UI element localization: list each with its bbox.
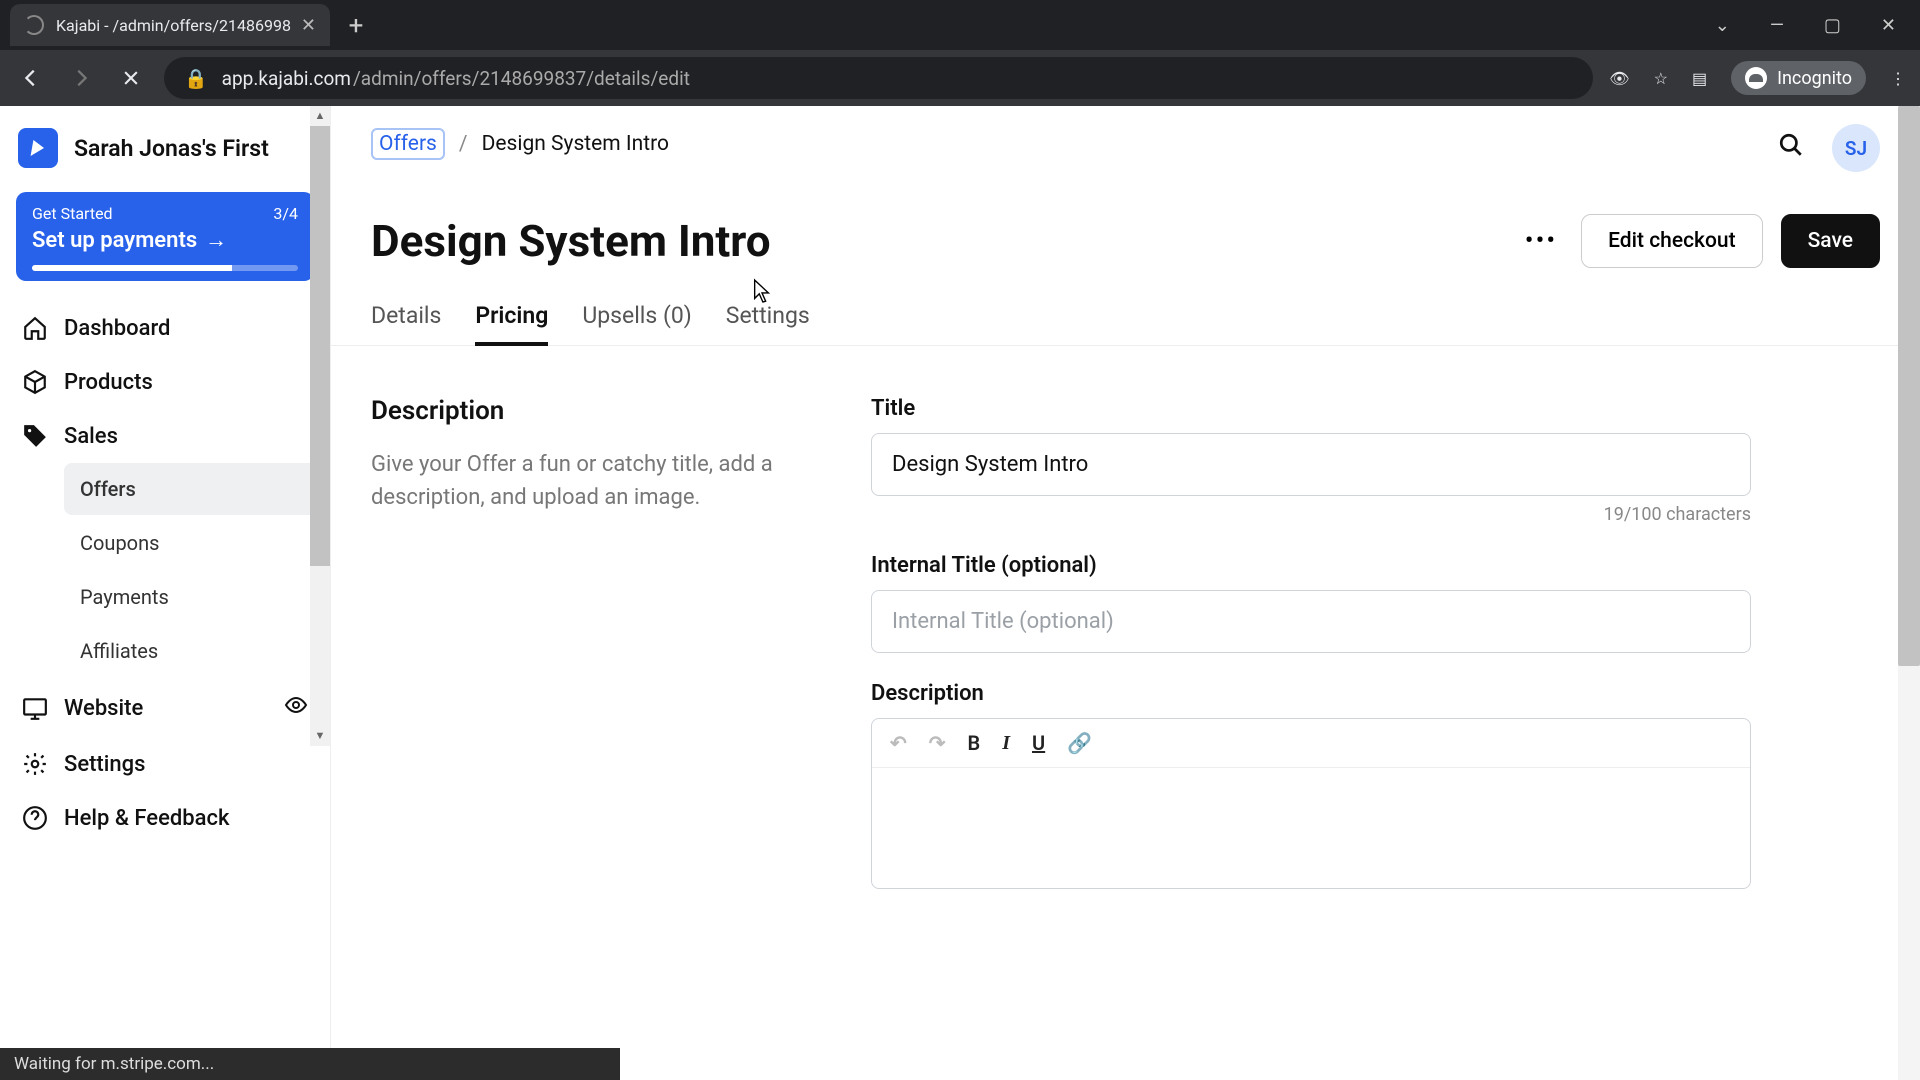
sidebar: Sarah Jonas's First Get Started 3/4 Set … — [0, 106, 331, 1080]
bold-button[interactable]: B — [968, 731, 981, 755]
home-icon — [22, 315, 48, 341]
sidebar-item-label: Dashboard — [64, 316, 170, 341]
section-help-text: Give your Offer a fun or catchy title, a… — [371, 448, 811, 514]
url-host: app.kajabi.com — [222, 67, 351, 90]
sidebar-item-sales[interactable]: Sales — [12, 409, 318, 463]
breadcrumb: Offers / Design System Intro — [371, 128, 1880, 160]
sidebar-item-label: Settings — [64, 752, 145, 777]
main-scrollbar[interactable] — [1898, 106, 1920, 1080]
side-panel-icon[interactable]: ▤ — [1692, 69, 1707, 88]
title-input[interactable] — [871, 433, 1751, 496]
redo-button[interactable]: ↷ — [929, 731, 946, 755]
workspace-switcher[interactable]: Sarah Jonas's First — [12, 120, 318, 186]
onboarding-action: Set up payments — [32, 228, 197, 253]
close-window-button[interactable]: ✕ — [1881, 15, 1896, 36]
app-logo-icon — [18, 128, 58, 168]
lock-icon: 🔒 — [184, 67, 208, 90]
tab-upsells[interactable]: Upsells (0) — [582, 302, 691, 345]
underline-button[interactable]: U — [1032, 731, 1045, 755]
save-button[interactable]: Save — [1781, 214, 1880, 268]
app-viewport: Sarah Jonas's First Get Started 3/4 Set … — [0, 106, 1920, 1080]
page-tabs: Details Pricing Upsells (0) Settings — [371, 302, 1880, 345]
description-editor: ↶ ↷ B I U 🔗 — [871, 718, 1751, 889]
browser-tab[interactable]: Kajabi - /admin/offers/21486998 ✕ — [10, 4, 330, 46]
edit-checkout-button[interactable]: Edit checkout — [1581, 214, 1762, 268]
new-tab-button[interactable]: + — [338, 8, 374, 44]
tab-details[interactable]: Details — [371, 302, 441, 345]
sidebar-subitem-payments[interactable]: Payments — [64, 571, 318, 623]
tab-pricing[interactable]: Pricing — [475, 302, 548, 345]
main-content: Offers / Design System Intro SJ Design S… — [331, 106, 1920, 1080]
workspace-name: Sarah Jonas's First — [74, 135, 269, 162]
gear-icon — [22, 751, 48, 777]
section-heading: Description — [371, 396, 811, 426]
sidebar-item-settings[interactable]: Settings — [12, 737, 318, 791]
tab-title: Kajabi - /admin/offers/21486998 — [56, 16, 291, 35]
sidebar-item-website[interactable]: Website — [12, 679, 318, 737]
title-label: Title — [871, 396, 1751, 421]
sidebar-item-help[interactable]: Help & Feedback — [12, 791, 318, 845]
scrollbar-thumb[interactable] — [310, 126, 330, 566]
tab-close-icon[interactable]: ✕ — [301, 15, 316, 36]
tabs-dropdown-icon[interactable]: ⌄ — [1715, 15, 1730, 36]
back-button[interactable] — [14, 61, 48, 95]
breadcrumb-current: Design System Intro — [482, 132, 669, 156]
incognito-badge[interactable]: Incognito — [1731, 61, 1866, 95]
onboarding-progress — [32, 265, 298, 271]
reload-stop-button[interactable] — [114, 61, 148, 95]
onboarding-count: 3/4 — [273, 204, 298, 223]
scrollbar-thumb[interactable] — [1898, 106, 1920, 666]
eye-icon[interactable] — [284, 693, 308, 723]
window-controls: ⌄ — ▢ ✕ — [1715, 4, 1920, 46]
forward-button[interactable] — [64, 61, 98, 95]
minimize-button[interactable]: — — [1770, 15, 1784, 36]
bookmark-icon[interactable]: ☆ — [1654, 69, 1668, 88]
page-title: Design System Intro — [371, 215, 771, 267]
url-path: /admin/offers/2148699837/details/edit — [353, 67, 690, 90]
tab-settings[interactable]: Settings — [726, 302, 810, 345]
sidebar-item-label: Products — [64, 370, 153, 395]
undo-button[interactable]: ↶ — [890, 731, 907, 755]
tag-icon — [22, 423, 48, 449]
sidebar-subitem-offers[interactable]: Offers — [64, 463, 318, 515]
internal-title-input[interactable] — [871, 590, 1751, 653]
link-button[interactable]: 🔗 — [1067, 731, 1092, 755]
title-char-count: 19/100 characters — [871, 504, 1751, 525]
overflow-menu-icon[interactable]: ⋮ — [1890, 69, 1906, 88]
sidebar-item-label: Sales — [64, 424, 118, 449]
avatar[interactable]: SJ — [1832, 124, 1880, 172]
help-icon — [22, 805, 48, 831]
monitor-icon — [22, 695, 48, 721]
incognito-icon — [1745, 67, 1767, 89]
sidebar-subitem-affiliates[interactable]: Affiliates — [64, 625, 318, 677]
sidebar-item-label: Help & Feedback — [64, 806, 229, 831]
scroll-down-icon[interactable]: ▼ — [310, 726, 330, 746]
address-bar[interactable]: 🔒 app.kajabi.com/admin/offers/2148699837… — [164, 57, 1593, 99]
eye-off-icon[interactable]: 👁 — [1609, 69, 1629, 88]
breadcrumb-parent[interactable]: Offers — [371, 128, 445, 160]
internal-title-label: Internal Title (optional) — [871, 553, 1751, 578]
italic-button[interactable]: I — [1002, 732, 1010, 755]
box-icon — [22, 369, 48, 395]
browser-toolbar: 🔒 app.kajabi.com/admin/offers/2148699837… — [0, 50, 1920, 106]
browser-status-bar: Waiting for m.stripe.com... — [0, 1048, 620, 1080]
breadcrumb-separator: / — [459, 132, 468, 156]
loading-spinner-icon — [24, 15, 44, 35]
browser-titlebar: Kajabi - /admin/offers/21486998 ✕ + ⌄ — … — [0, 0, 1920, 50]
description-label: Description — [871, 681, 1751, 706]
onboarding-label: Get Started — [32, 204, 113, 223]
more-actions-button[interactable]: ••• — [1519, 226, 1563, 256]
onboarding-card[interactable]: Get Started 3/4 Set up payments → — [16, 192, 314, 281]
sidebar-item-products[interactable]: Products — [12, 355, 318, 409]
sidebar-scrollbar[interactable]: ▲ ▼ — [310, 106, 330, 746]
maximize-button[interactable]: ▢ — [1824, 15, 1841, 36]
arrow-right-icon: → — [205, 227, 227, 253]
sidebar-item-label: Website — [64, 696, 143, 721]
sidebar-subitem-coupons[interactable]: Coupons — [64, 517, 318, 569]
scroll-up-icon[interactable]: ▲ — [310, 106, 330, 126]
search-button[interactable] — [1778, 132, 1804, 164]
sidebar-item-dashboard[interactable]: Dashboard — [12, 301, 318, 355]
description-input[interactable] — [872, 768, 1750, 888]
